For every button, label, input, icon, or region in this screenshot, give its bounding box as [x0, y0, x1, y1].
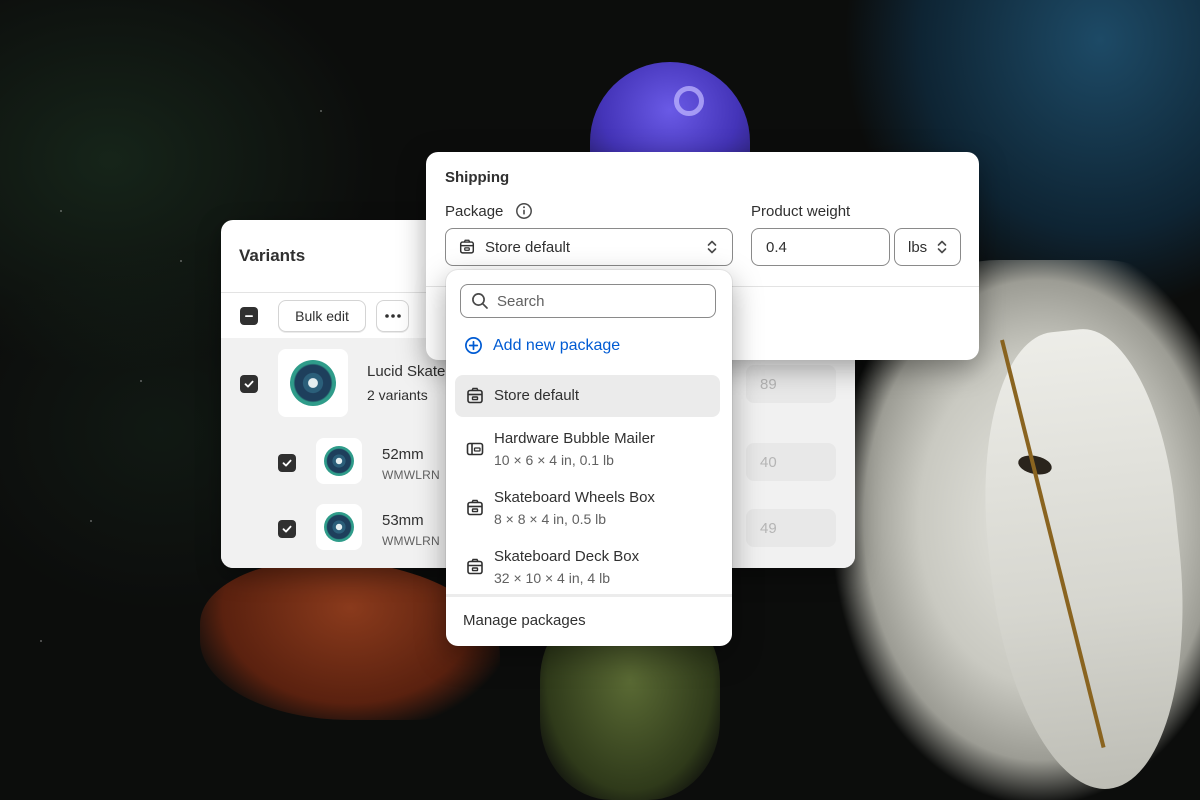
- select-chevrons-icon: [707, 240, 717, 254]
- dropdown-divider: [446, 594, 732, 597]
- select-chevrons-icon: [937, 240, 947, 254]
- skate-wheel-image: [324, 512, 354, 542]
- speck: [180, 260, 182, 262]
- option-dimensions: 32 × 10 × 4 in, 4 lb: [494, 570, 610, 586]
- package-option-skateboard-wheels-box[interactable]: Skateboard Wheels Box 8 × 8 × 4 in, 0.5 …: [455, 488, 720, 532]
- speck: [90, 520, 92, 522]
- skate-wheel-image: [290, 360, 336, 406]
- option-name: Skateboard Wheels Box: [494, 489, 655, 506]
- product-name[interactable]: Lucid Skate: [367, 363, 445, 380]
- product-weight-input[interactable]: 0.4: [751, 228, 890, 266]
- option-name: Store default: [494, 387, 580, 404]
- product-thumbnail: [278, 349, 348, 417]
- variants-title: Variants: [239, 246, 306, 265]
- variant-sku: WMWLRN: [382, 534, 440, 548]
- speck: [320, 110, 322, 112]
- hood-logo-icon: [674, 86, 704, 116]
- weight-unit-select[interactable]: lbs: [894, 228, 961, 266]
- variant-sku: WMWLRN: [382, 468, 440, 482]
- variant-qty-field[interactable]: 40: [746, 443, 836, 481]
- product-weight-label: Product weight: [751, 203, 851, 220]
- info-icon[interactable]: [515, 202, 533, 220]
- plus-circle-icon: [465, 337, 482, 354]
- package-label: Package: [445, 203, 504, 220]
- package-search-input[interactable]: [497, 292, 697, 310]
- more-actions-button[interactable]: [376, 300, 409, 332]
- skate-wheel-image: [324, 446, 354, 476]
- variant-thumbnail: [316, 504, 362, 550]
- add-new-package-label: Add new package: [493, 336, 621, 354]
- weight-unit-value: lbs: [908, 238, 928, 256]
- product-variant-count: 2 variants: [367, 387, 428, 403]
- more-horizontal-icon: [384, 314, 401, 318]
- box-icon: [459, 239, 475, 254]
- search-icon: [472, 293, 488, 309]
- check-icon: [282, 525, 292, 533]
- option-dimensions: 10 × 6 × 4 in, 0.1 lb: [494, 452, 614, 468]
- check-icon: [282, 459, 292, 467]
- package-option-skateboard-deck-box[interactable]: Skateboard Deck Box 32 × 10 × 4 in, 4 lb: [455, 547, 720, 591]
- package-option-store-default[interactable]: Store default: [455, 375, 720, 417]
- speck: [140, 380, 142, 382]
- option-name: Skateboard Deck Box: [494, 548, 640, 565]
- box-icon: [467, 499, 483, 516]
- box-icon: [467, 558, 483, 575]
- option-dimensions: 8 × 8 × 4 in, 0.5 lb: [494, 511, 607, 527]
- package-dropdown: Add new package Store default Hardware B…: [446, 270, 732, 646]
- add-new-package-button[interactable]: Add new package: [464, 336, 620, 355]
- package-select[interactable]: Store default: [445, 228, 733, 266]
- variant-checkbox[interactable]: [278, 454, 296, 472]
- box-icon: [467, 387, 483, 404]
- product-qty-field[interactable]: 89: [746, 365, 836, 403]
- variant-name[interactable]: 52mm: [382, 446, 424, 463]
- select-all-checkbox[interactable]: [240, 307, 258, 325]
- mailer-icon: [466, 442, 484, 456]
- variant-checkbox[interactable]: [278, 520, 296, 538]
- variant-qty-field[interactable]: 49: [746, 509, 836, 547]
- minus-icon: [245, 315, 253, 317]
- variant-name[interactable]: 53mm: [382, 512, 424, 529]
- speck: [60, 210, 62, 212]
- speck: [40, 640, 42, 642]
- option-name: Hardware Bubble Mailer: [494, 430, 655, 447]
- check-icon: [244, 380, 254, 388]
- product-checkbox[interactable]: [240, 375, 258, 393]
- manage-packages-button[interactable]: Manage packages: [463, 612, 586, 629]
- product-weight-value: 0.4: [766, 238, 787, 256]
- package-selected-value: Store default: [485, 238, 571, 256]
- package-search[interactable]: [460, 284, 716, 318]
- shipping-title: Shipping: [445, 169, 510, 186]
- bulk-edit-button[interactable]: Bulk edit: [278, 300, 366, 332]
- package-option-hardware-bubble-mailer[interactable]: Hardware Bubble Mailer 10 × 6 × 4 in, 0.…: [455, 429, 720, 473]
- variant-thumbnail: [316, 438, 362, 484]
